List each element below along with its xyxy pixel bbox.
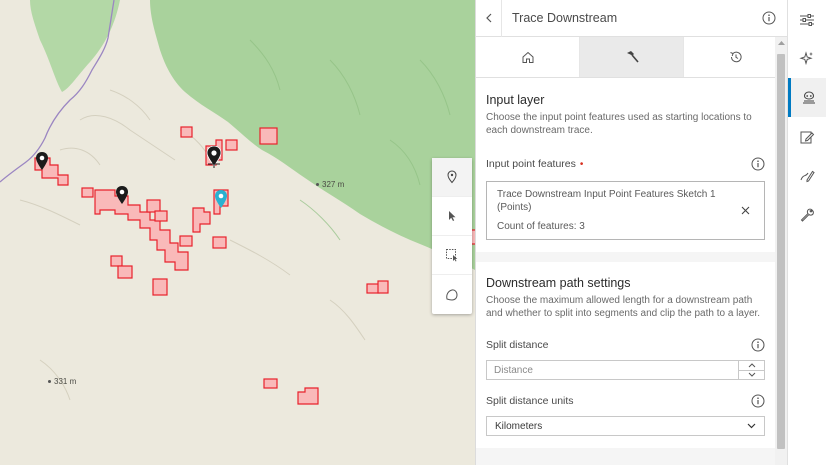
input-name: Trace Downstream Input Point Features Sk…	[497, 189, 716, 213]
map-pin-selected-icon[interactable]	[214, 190, 228, 210]
history-icon	[729, 51, 742, 63]
chevron-down-icon	[748, 372, 755, 377]
action-rail	[787, 0, 826, 465]
feature-count: Count of features: 3	[497, 221, 585, 232]
panel-scrollbar[interactable]	[775, 37, 787, 465]
section-description: Choose the input point features used as …	[486, 112, 752, 136]
split-units-row: Split distance units	[486, 394, 765, 408]
scroll-up-button[interactable]	[775, 37, 787, 49]
chevron-up-icon	[748, 363, 755, 368]
elevation-label: 327 m	[316, 180, 344, 189]
point-tool-icon	[447, 170, 457, 184]
input-layer-section: Input layer Choose the input point featu…	[476, 79, 775, 252]
panel-title: Trace Downstream	[512, 11, 618, 25]
elevation-label: 331 m	[48, 377, 76, 386]
split-distance-row: Split distance	[486, 338, 765, 352]
scrollbar-thumb[interactable]	[777, 54, 785, 449]
info-icon[interactable]	[751, 157, 765, 171]
tool-tabs	[476, 37, 787, 78]
selected-input-card[interactable]: Trace Downstream Input Point Features Sk…	[486, 181, 765, 240]
lasso-select-button[interactable]	[432, 275, 472, 314]
panel-header: Trace Downstream	[476, 0, 787, 37]
distance-stepper[interactable]	[738, 361, 764, 379]
tab-home[interactable]	[476, 37, 580, 77]
rail-analysis-button[interactable]	[788, 78, 826, 117]
field-label: Input point features •	[486, 158, 584, 170]
map-pin-icon[interactable]	[206, 146, 222, 170]
chevron-down-icon	[747, 423, 756, 429]
wrench-icon	[800, 208, 814, 222]
sketch-icon	[800, 170, 815, 182]
section-description: Choose the maximum allowed length for a …	[486, 295, 761, 319]
home-icon	[522, 51, 533, 63]
rect-select-icon	[446, 249, 458, 262]
increment-button[interactable]	[739, 361, 764, 371]
scroll-up-icon	[777, 41, 785, 45]
close-icon	[741, 206, 750, 215]
info-icon[interactable]	[751, 338, 765, 352]
info-icon	[762, 11, 776, 25]
map-terrain	[0, 0, 475, 405]
remove-input-button[interactable]	[741, 202, 750, 220]
point-tool-button[interactable]	[432, 158, 472, 197]
input-features-row: Input point features •	[486, 157, 765, 171]
sketch-toolbar	[432, 158, 472, 314]
field-label: Split distance units	[486, 395, 574, 407]
hammer-icon	[626, 51, 639, 63]
sparkle-icon	[799, 50, 813, 65]
map-view[interactable]: 327 m 331 m	[0, 0, 475, 465]
rail-ai-button[interactable]	[788, 39, 826, 78]
field-label: Split distance	[486, 339, 549, 351]
settings-sliders-icon	[800, 13, 814, 26]
map-pin-icon[interactable]	[115, 186, 129, 206]
edit-icon	[800, 131, 815, 143]
decrement-button[interactable]	[739, 371, 764, 380]
select-arrow-icon	[449, 211, 456, 221]
back-button[interactable]	[476, 0, 502, 37]
info-icon[interactable]	[751, 394, 765, 408]
select-value: Kilometers	[495, 420, 543, 432]
info-button[interactable]	[751, 11, 787, 25]
select-button[interactable]	[432, 197, 472, 236]
analysis-icon	[802, 90, 815, 103]
rail-settings-button[interactable]	[788, 0, 826, 39]
lasso-select-icon	[446, 288, 458, 301]
input-placeholder: Distance	[494, 364, 533, 376]
trace-downstream-panel: Trace Downstream Input layer Choose the …	[475, 0, 787, 465]
panel-scroll-area[interactable]: Input layer Choose the input point featu…	[476, 79, 775, 465]
rail-edit-button[interactable]	[788, 117, 826, 156]
map-pin-icon[interactable]	[35, 152, 49, 172]
split-distance-input[interactable]: Distance	[486, 360, 765, 380]
rail-sketch-button[interactable]	[788, 156, 826, 195]
rect-select-button[interactable]	[432, 236, 472, 275]
rail-tools-button[interactable]	[788, 195, 826, 234]
required-mark: •	[579, 159, 584, 170]
section-title: Downstream path settings	[486, 276, 631, 290]
section-title: Input layer	[486, 93, 545, 107]
chevron-left-icon	[485, 13, 491, 23]
downstream-path-section: Downstream path settings Choose the maxi…	[476, 262, 775, 448]
split-units-select[interactable]: Kilometers	[486, 416, 765, 436]
tab-history[interactable]	[684, 37, 787, 77]
tab-tool[interactable]	[580, 37, 684, 77]
